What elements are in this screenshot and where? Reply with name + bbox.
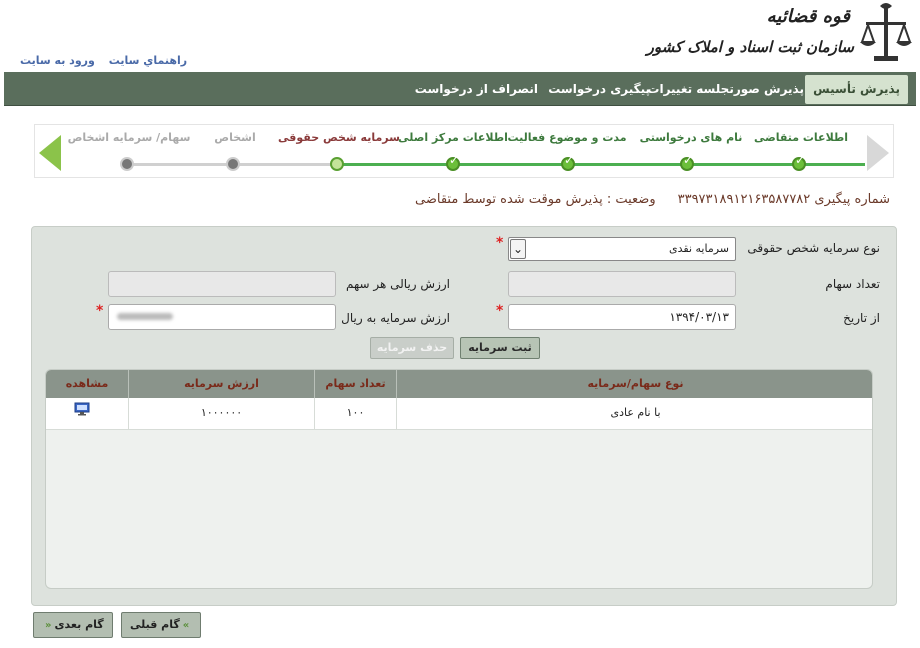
- share-value-label: ارزش ریالی هر سهم: [346, 277, 450, 291]
- required-mark: *: [496, 303, 504, 319]
- share-count-label: تعداد سهام: [825, 277, 880, 291]
- step-label-requested-names[interactable]: نام های درخواستی: [640, 131, 743, 144]
- justice-scale-icon: [860, 3, 912, 61]
- share-count-field[interactable]: [508, 271, 736, 297]
- login-link[interactable]: ورود به سايت: [20, 54, 95, 67]
- logo-line-1: قوه قضائیه: [766, 6, 850, 27]
- double-chevron-right-icon: »: [182, 620, 190, 631]
- steps-prev-arrow-icon[interactable]: [39, 135, 61, 171]
- capital-rial-label: ارزش سرمایه به ریال: [341, 311, 450, 325]
- date-label: از تاریخ: [843, 311, 880, 325]
- steps-next-arrow-icon[interactable]: [867, 135, 889, 171]
- nav-tab-track-request[interactable]: پیگیری درخواست: [548, 72, 650, 106]
- logo-line-2: سازمان ثبت اسناد و املاک کشور: [646, 38, 854, 56]
- nav-tab-cancel-request[interactable]: انصراف از درخواست: [415, 72, 538, 106]
- tracking-info: شماره پیگیری ۳۳۹۷۳۱۸۹۱۲۱۶۳۵۸۷۷۸۲ وضعیت : …: [415, 192, 890, 207]
- required-mark: *: [96, 303, 104, 319]
- step-dot-main-office[interactable]: [446, 153, 460, 171]
- cell-share-type: با نام عادی: [396, 398, 872, 430]
- share-value-field[interactable]: [108, 271, 336, 297]
- tracking-number: شماره پیگیری ۳۳۹۷۳۱۸۹۱۲۱۶۳۵۸۷۷۸۲: [677, 192, 890, 207]
- main-nav: پذیرش تأسیس پذیرش صورتجلسه تغییرات پیگیر…: [4, 72, 916, 106]
- capital-type-select[interactable]: سرمایه نقدی ⌄: [508, 237, 736, 261]
- step-dot-applicant[interactable]: [792, 153, 806, 171]
- table-header: نوع سهام/سرمایه تعداد سهام ارزش سرمایه م…: [46, 370, 872, 398]
- nav-tab-changes-minutes[interactable]: پذیرش صورتجلسه تغییرات: [647, 72, 804, 106]
- col-view: مشاهده: [65, 377, 109, 390]
- chevron-down-icon[interactable]: ⌄: [510, 239, 526, 259]
- capital-rial-field[interactable]: [108, 304, 336, 330]
- date-field[interactable]: ۱۳۹۴/۰۳/۱۳: [508, 304, 736, 330]
- request-status: وضعیت : پذیرش موقت شده توسط متقاضی: [415, 192, 656, 207]
- table-row[interactable]: با نام عادی ۱۰۰ ۱۰۰۰۰۰۰: [46, 398, 872, 430]
- step-dot-requested-names[interactable]: [680, 153, 694, 171]
- logo: قوه قضائیه سازمان ثبت اسناد و املاک کشور: [647, 2, 912, 68]
- masked-value: [117, 313, 173, 320]
- top-links: راهنماي سايت ورود به سايت: [10, 54, 187, 67]
- capital-type-label: نوع سرمایه شخص حقوقی: [747, 241, 880, 255]
- cell-share-count: ۱۰۰: [314, 398, 396, 430]
- step-label-legal-capital[interactable]: سرمایه شخص حقوقی: [278, 131, 400, 144]
- col-share-type: نوع سهام/سرمایه: [396, 370, 872, 398]
- step-dot-legal-capital[interactable]: [330, 157, 344, 171]
- double-chevron-left-icon: «: [45, 620, 52, 631]
- cell-capital-value: ۱۰۰۰۰۰۰: [128, 398, 314, 430]
- capital-table: نوع سهام/سرمایه تعداد سهام ارزش سرمایه م…: [45, 369, 873, 589]
- next-step-button[interactable]: گام بعدی«: [33, 612, 113, 638]
- progress-track-done: [337, 163, 865, 166]
- step-label-person-shares: سهام/ سرمایه اشخاص: [67, 131, 191, 144]
- cell-view: [46, 398, 128, 430]
- nav-tab-establishment[interactable]: پذیرش تأسیس: [805, 75, 908, 104]
- step-dot-persons: [226, 157, 240, 171]
- previous-step-button[interactable]: »گام قبلی: [121, 612, 202, 638]
- step-label-main-office[interactable]: اطلاعات مرکز اصلی: [398, 131, 508, 144]
- required-mark: *: [496, 235, 504, 251]
- step-dot-duration-activity[interactable]: [561, 153, 575, 171]
- view-monitor-icon[interactable]: [74, 402, 90, 416]
- step-label-persons: اشخاص: [214, 131, 256, 144]
- step-dot-person-shares: [120, 157, 134, 171]
- capital-form-panel: نوع سرمایه شخص حقوقی سرمایه نقدی ⌄ * تعد…: [31, 226, 897, 606]
- register-capital-button[interactable]: ثبت سرمایه: [460, 337, 540, 359]
- capital-type-value: سرمایه نقدی: [669, 242, 729, 255]
- wizard-steps: اطلاعات متقاضی نام های درخواستی مدت و مو…: [34, 124, 894, 178]
- site-header: قوه قضائیه سازمان ثبت اسناد و املاک کشور…: [0, 0, 920, 72]
- delete-capital-button[interactable]: حذف سرمایه: [370, 337, 454, 359]
- step-label-duration-activity[interactable]: مدت و موضوع فعالیت: [507, 131, 626, 144]
- site-guide-link[interactable]: راهنماي سايت: [109, 54, 187, 67]
- col-capital-value: ارزش سرمایه: [128, 370, 314, 398]
- col-share-count: تعداد سهام: [314, 370, 396, 398]
- step-label-applicant[interactable]: اطلاعات متقاضی: [754, 131, 848, 144]
